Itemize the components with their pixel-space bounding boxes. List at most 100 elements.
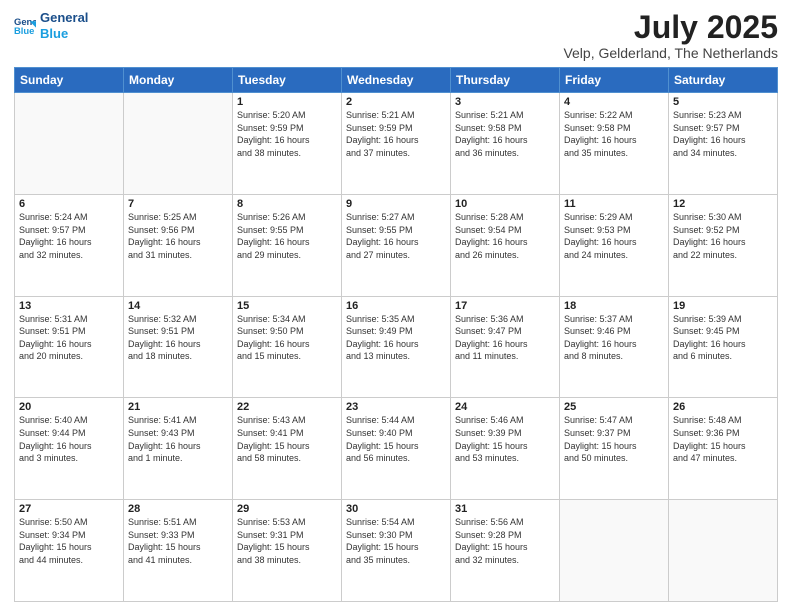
day-number: 31: [455, 503, 555, 515]
calendar-day-cell: 13Sunrise: 5:31 AM Sunset: 9:51 PM Dayli…: [15, 296, 124, 398]
day-number: 24: [455, 401, 555, 413]
day-info: Sunrise: 5:39 AM Sunset: 9:45 PM Dayligh…: [673, 313, 773, 363]
day-number: 6: [19, 198, 119, 210]
day-info: Sunrise: 5:21 AM Sunset: 9:58 PM Dayligh…: [455, 109, 555, 159]
header: General Blue General Blue July 2025 Velp…: [14, 10, 778, 61]
day-number: 23: [346, 401, 446, 413]
subtitle: Velp, Gelderland, The Netherlands: [563, 45, 778, 61]
calendar-header-cell: Sunday: [15, 68, 124, 93]
day-number: 5: [673, 96, 773, 108]
calendar-day-cell: 28Sunrise: 5:51 AM Sunset: 9:33 PM Dayli…: [124, 500, 233, 602]
calendar-day-cell: 9Sunrise: 5:27 AM Sunset: 9:55 PM Daylig…: [342, 194, 451, 296]
calendar-day-cell: 20Sunrise: 5:40 AM Sunset: 9:44 PM Dayli…: [15, 398, 124, 500]
day-info: Sunrise: 5:35 AM Sunset: 9:49 PM Dayligh…: [346, 313, 446, 363]
day-info: Sunrise: 5:53 AM Sunset: 9:31 PM Dayligh…: [237, 516, 337, 566]
day-info: Sunrise: 5:23 AM Sunset: 9:57 PM Dayligh…: [673, 109, 773, 159]
day-info: Sunrise: 5:26 AM Sunset: 9:55 PM Dayligh…: [237, 211, 337, 261]
day-number: 12: [673, 198, 773, 210]
day-number: 27: [19, 503, 119, 515]
day-number: 2: [346, 96, 446, 108]
calendar-day-cell: 10Sunrise: 5:28 AM Sunset: 9:54 PM Dayli…: [451, 194, 560, 296]
calendar-day-cell: 11Sunrise: 5:29 AM Sunset: 9:53 PM Dayli…: [560, 194, 669, 296]
logo: General Blue General Blue: [14, 10, 88, 41]
calendar-day-cell: [15, 93, 124, 195]
calendar-day-cell: 14Sunrise: 5:32 AM Sunset: 9:51 PM Dayli…: [124, 296, 233, 398]
calendar-week-row: 27Sunrise: 5:50 AM Sunset: 9:34 PM Dayli…: [15, 500, 778, 602]
calendar-day-cell: 29Sunrise: 5:53 AM Sunset: 9:31 PM Dayli…: [233, 500, 342, 602]
day-info: Sunrise: 5:56 AM Sunset: 9:28 PM Dayligh…: [455, 516, 555, 566]
calendar-day-cell: 7Sunrise: 5:25 AM Sunset: 9:56 PM Daylig…: [124, 194, 233, 296]
day-info: Sunrise: 5:21 AM Sunset: 9:59 PM Dayligh…: [346, 109, 446, 159]
day-number: 3: [455, 96, 555, 108]
calendar-day-cell: 6Sunrise: 5:24 AM Sunset: 9:57 PM Daylig…: [15, 194, 124, 296]
day-info: Sunrise: 5:25 AM Sunset: 9:56 PM Dayligh…: [128, 211, 228, 261]
calendar-day-cell: [669, 500, 778, 602]
calendar-week-row: 1Sunrise: 5:20 AM Sunset: 9:59 PM Daylig…: [15, 93, 778, 195]
calendar-day-cell: 16Sunrise: 5:35 AM Sunset: 9:49 PM Dayli…: [342, 296, 451, 398]
day-number: 4: [564, 96, 664, 108]
calendar-day-cell: [124, 93, 233, 195]
day-number: 13: [19, 300, 119, 312]
calendar-day-cell: 3Sunrise: 5:21 AM Sunset: 9:58 PM Daylig…: [451, 93, 560, 195]
calendar-day-cell: 19Sunrise: 5:39 AM Sunset: 9:45 PM Dayli…: [669, 296, 778, 398]
calendar-header-cell: Wednesday: [342, 68, 451, 93]
day-info: Sunrise: 5:32 AM Sunset: 9:51 PM Dayligh…: [128, 313, 228, 363]
day-number: 21: [128, 401, 228, 413]
calendar-day-cell: 12Sunrise: 5:30 AM Sunset: 9:52 PM Dayli…: [669, 194, 778, 296]
calendar-header-row: SundayMondayTuesdayWednesdayThursdayFrid…: [15, 68, 778, 93]
calendar-week-row: 6Sunrise: 5:24 AM Sunset: 9:57 PM Daylig…: [15, 194, 778, 296]
calendar-week-row: 20Sunrise: 5:40 AM Sunset: 9:44 PM Dayli…: [15, 398, 778, 500]
day-number: 30: [346, 503, 446, 515]
day-info: Sunrise: 5:47 AM Sunset: 9:37 PM Dayligh…: [564, 414, 664, 464]
calendar-day-cell: 30Sunrise: 5:54 AM Sunset: 9:30 PM Dayli…: [342, 500, 451, 602]
calendar-day-cell: 1Sunrise: 5:20 AM Sunset: 9:59 PM Daylig…: [233, 93, 342, 195]
day-info: Sunrise: 5:54 AM Sunset: 9:30 PM Dayligh…: [346, 516, 446, 566]
day-info: Sunrise: 5:50 AM Sunset: 9:34 PM Dayligh…: [19, 516, 119, 566]
calendar-day-cell: 25Sunrise: 5:47 AM Sunset: 9:37 PM Dayli…: [560, 398, 669, 500]
calendar-header-cell: Saturday: [669, 68, 778, 93]
day-number: 10: [455, 198, 555, 210]
day-number: 1: [237, 96, 337, 108]
day-info: Sunrise: 5:24 AM Sunset: 9:57 PM Dayligh…: [19, 211, 119, 261]
logo-line1: General: [40, 10, 88, 26]
main-title: July 2025: [563, 10, 778, 45]
day-info: Sunrise: 5:40 AM Sunset: 9:44 PM Dayligh…: [19, 414, 119, 464]
day-info: Sunrise: 5:20 AM Sunset: 9:59 PM Dayligh…: [237, 109, 337, 159]
calendar-day-cell: 31Sunrise: 5:56 AM Sunset: 9:28 PM Dayli…: [451, 500, 560, 602]
day-info: Sunrise: 5:46 AM Sunset: 9:39 PM Dayligh…: [455, 414, 555, 464]
calendar-day-cell: 17Sunrise: 5:36 AM Sunset: 9:47 PM Dayli…: [451, 296, 560, 398]
day-number: 16: [346, 300, 446, 312]
calendar-day-cell: 22Sunrise: 5:43 AM Sunset: 9:41 PM Dayli…: [233, 398, 342, 500]
calendar-day-cell: 5Sunrise: 5:23 AM Sunset: 9:57 PM Daylig…: [669, 93, 778, 195]
day-number: 28: [128, 503, 228, 515]
day-info: Sunrise: 5:41 AM Sunset: 9:43 PM Dayligh…: [128, 414, 228, 464]
calendar-week-row: 13Sunrise: 5:31 AM Sunset: 9:51 PM Dayli…: [15, 296, 778, 398]
day-info: Sunrise: 5:28 AM Sunset: 9:54 PM Dayligh…: [455, 211, 555, 261]
calendar-header-cell: Monday: [124, 68, 233, 93]
calendar-day-cell: 2Sunrise: 5:21 AM Sunset: 9:59 PM Daylig…: [342, 93, 451, 195]
day-info: Sunrise: 5:51 AM Sunset: 9:33 PM Dayligh…: [128, 516, 228, 566]
day-number: 11: [564, 198, 664, 210]
calendar-day-cell: 27Sunrise: 5:50 AM Sunset: 9:34 PM Dayli…: [15, 500, 124, 602]
logo-line2: Blue: [40, 26, 88, 42]
day-info: Sunrise: 5:34 AM Sunset: 9:50 PM Dayligh…: [237, 313, 337, 363]
day-info: Sunrise: 5:43 AM Sunset: 9:41 PM Dayligh…: [237, 414, 337, 464]
day-number: 26: [673, 401, 773, 413]
day-info: Sunrise: 5:36 AM Sunset: 9:47 PM Dayligh…: [455, 313, 555, 363]
day-info: Sunrise: 5:44 AM Sunset: 9:40 PM Dayligh…: [346, 414, 446, 464]
calendar-body: 1Sunrise: 5:20 AM Sunset: 9:59 PM Daylig…: [15, 93, 778, 602]
day-number: 17: [455, 300, 555, 312]
calendar-day-cell: 8Sunrise: 5:26 AM Sunset: 9:55 PM Daylig…: [233, 194, 342, 296]
day-number: 18: [564, 300, 664, 312]
day-info: Sunrise: 5:22 AM Sunset: 9:58 PM Dayligh…: [564, 109, 664, 159]
day-info: Sunrise: 5:29 AM Sunset: 9:53 PM Dayligh…: [564, 211, 664, 261]
calendar-day-cell: 18Sunrise: 5:37 AM Sunset: 9:46 PM Dayli…: [560, 296, 669, 398]
day-info: Sunrise: 5:31 AM Sunset: 9:51 PM Dayligh…: [19, 313, 119, 363]
calendar-day-cell: 23Sunrise: 5:44 AM Sunset: 9:40 PM Dayli…: [342, 398, 451, 500]
calendar-day-cell: 26Sunrise: 5:48 AM Sunset: 9:36 PM Dayli…: [669, 398, 778, 500]
page: General Blue General Blue July 2025 Velp…: [0, 0, 792, 612]
calendar-day-cell: [560, 500, 669, 602]
day-info: Sunrise: 5:30 AM Sunset: 9:52 PM Dayligh…: [673, 211, 773, 261]
calendar-header-cell: Friday: [560, 68, 669, 93]
day-number: 25: [564, 401, 664, 413]
